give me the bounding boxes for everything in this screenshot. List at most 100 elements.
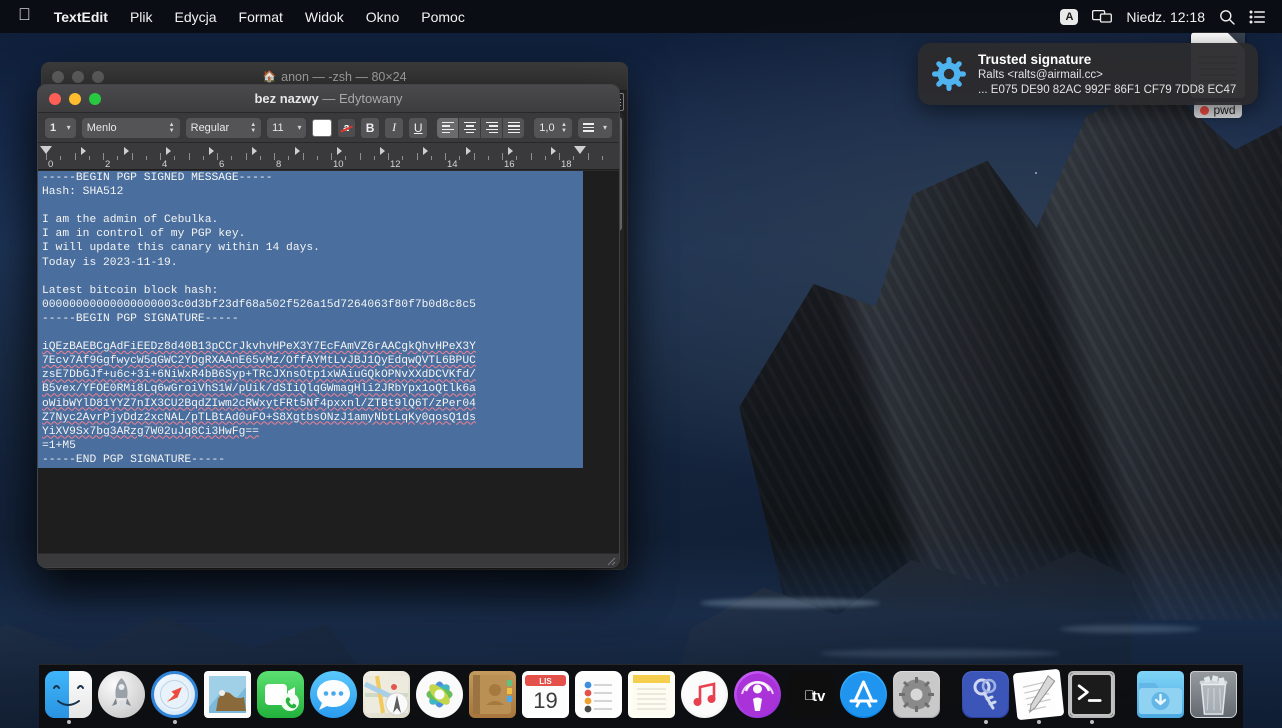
dock-item-terminal[interactable] <box>1068 668 1115 726</box>
notification-sender: Ralts <ralts@airmail.cc> <box>978 68 1236 83</box>
ruler-number: 12 <box>390 159 401 170</box>
dock-item-reminders[interactable] <box>575 668 622 726</box>
text-color-icon[interactable]: a <box>338 119 355 137</box>
document-text[interactable]: -----BEGIN PGP SIGNED MESSAGE-----Hash: … <box>42 171 582 467</box>
dock-item-finder[interactable] <box>45 668 92 726</box>
dock-item-contacts[interactable] <box>469 668 516 726</box>
menu-item-widok[interactable]: Widok <box>294 5 355 29</box>
dock-item-maps[interactable] <box>363 668 410 726</box>
ruler-number: 2 <box>105 159 110 170</box>
dock-item-music[interactable] <box>681 668 728 726</box>
dock-item-trash[interactable] <box>1190 668 1237 726</box>
dock-item-launchpad[interactable] <box>98 668 145 726</box>
ruler-tick <box>531 153 532 160</box>
dock-item-mail[interactable] <box>204 668 251 726</box>
document-line-misspelled: Z7Nyc2AvrPjyDdz2xcNAL/pTLBtAd0uFO+S8Xgtb… <box>42 412 476 424</box>
dock-item-podcasts[interactable] <box>734 668 781 726</box>
red-tag-dot <box>1200 106 1209 115</box>
document-line: iQEzBAEBCgAdFiEEDz8d40B13pCCrJkvhvHPeX3Y… <box>42 340 582 354</box>
dock-item-downloads[interactable] <box>1137 668 1184 726</box>
font-style-popup[interactable]: Regular ▲▼ <box>186 118 262 138</box>
ruler-tab-stop[interactable] <box>466 147 471 155</box>
font-family-popup[interactable]: Menlo ▲▼ <box>82 118 180 138</box>
document-line <box>42 326 582 340</box>
input-source-icon[interactable]: A <box>1060 9 1078 25</box>
background-color-swatch[interactable] <box>312 119 331 137</box>
textedit-titlebar[interactable]: bez nazwy — Edytowany <box>38 85 619 113</box>
textedit-window[interactable]: bez nazwy — Edytowany 1 ▾ Menlo ▲▼ Regul… <box>37 84 620 568</box>
document-edited-state: — Edytowany <box>322 91 402 106</box>
control-center-icon[interactable] <box>1249 10 1266 24</box>
apple-menu-icon[interactable]:  <box>14 5 43 28</box>
notification-text: Trusted signature Ralts <ralts@airmail.c… <box>978 51 1236 98</box>
italic-button[interactable]: I <box>385 118 403 138</box>
zoom-button[interactable] <box>89 93 101 105</box>
document-line-text: I will update this canary within 14 days… <box>42 242 320 254</box>
textedit-text-area[interactable]: -----BEGIN PGP SIGNED MESSAGE-----Hash: … <box>38 171 619 567</box>
terminal-zoom-button[interactable] <box>92 71 104 83</box>
right-indent-marker[interactable] <box>574 146 586 154</box>
document-line-misspelled: B5vex/YFOE0RMi8Lq6wGroiVhS1W/pUik/dSIiQl… <box>42 383 476 395</box>
list-style-popup[interactable]: ▾ <box>578 118 612 138</box>
ruler-tick <box>459 156 460 160</box>
gear-icon <box>932 57 966 91</box>
dock-item-textedit[interactable] <box>1015 668 1062 726</box>
menu-item-plik[interactable]: Plik <box>119 5 164 29</box>
ruler-tab-stop[interactable] <box>209 147 214 155</box>
minimize-button[interactable] <box>69 93 81 105</box>
align-center-icon[interactable] <box>459 118 480 138</box>
dock-item-facetime[interactable] <box>257 668 304 726</box>
ruler-tab-stop[interactable] <box>81 147 86 155</box>
dock-item-messages[interactable] <box>310 668 357 726</box>
notification-banner[interactable]: Trusted signature Ralts <ralts@airmail.c… <box>918 43 1258 105</box>
textedit-ruler[interactable]: 024681012141618 <box>38 143 619 170</box>
dock-item-notes[interactable] <box>628 668 675 726</box>
menu-item-format[interactable]: Format <box>228 5 294 29</box>
dock-item-keychain[interactable] <box>962 668 1009 726</box>
menu-item-edycja[interactable]: Edycja <box>164 5 228 29</box>
align-justify-icon[interactable] <box>503 118 524 138</box>
align-left-icon[interactable] <box>437 118 458 138</box>
font-size-popup[interactable]: 11 ▾ <box>267 118 306 138</box>
align-right-icon[interactable] <box>481 118 502 138</box>
stepper-icon: ▲▼ <box>561 122 567 134</box>
menu-item-pomoc[interactable]: Pomoc <box>410 5 476 29</box>
resize-handle-icon[interactable] <box>606 556 616 566</box>
dock-item-syspref[interactable] <box>893 668 940 726</box>
dock-running-indicator <box>984 720 988 724</box>
terminal-minimize-button[interactable] <box>72 71 84 83</box>
textedit-bottom-bar <box>38 553 619 567</box>
ruler-tab-stop[interactable] <box>166 147 171 155</box>
ruler-tab-stop[interactable] <box>337 147 342 155</box>
line-spacing-popup[interactable]: 1,0 ▲▼ <box>534 118 572 138</box>
ruler-tab-stop[interactable] <box>508 147 513 155</box>
paragraph-style-label: 1 <box>50 122 56 134</box>
ruler-tab-stop[interactable] <box>551 147 556 155</box>
ruler-tab-stop[interactable] <box>423 147 428 155</box>
ruler-tick <box>488 156 489 160</box>
paragraph-style-popup[interactable]: 1 ▾ <box>45 118 76 138</box>
ruler-tick <box>274 153 275 160</box>
dock-running-indicator <box>173 720 177 724</box>
dock-item-tv[interactable]:  tv <box>787 668 834 726</box>
ruler-tab-stop[interactable] <box>380 147 385 155</box>
bold-button[interactable]: B <box>361 118 379 138</box>
menu-item-okno[interactable]: Okno <box>355 5 410 29</box>
screen-mirroring-icon[interactable] <box>1092 9 1112 24</box>
terminal-close-button[interactable] <box>52 71 64 83</box>
menu-item-textedit[interactable]: TextEdit <box>43 5 119 29</box>
ruler-tab-stop[interactable] <box>252 147 257 155</box>
textedit-page[interactable]: -----BEGIN PGP SIGNED MESSAGE-----Hash: … <box>38 171 619 553</box>
document-name: bez nazwy <box>254 91 318 106</box>
dock-item-calendar[interactable]: LIS 19 <box>522 668 569 726</box>
close-button[interactable] <box>49 93 61 105</box>
dock-item-photos[interactable] <box>416 668 463 726</box>
menu-bar-clock[interactable]: Niedz. 12:18 <box>1126 9 1205 25</box>
font-style-label: Regular <box>191 122 230 134</box>
underline-button[interactable]: U <box>409 118 427 138</box>
dock-item-appstore[interactable] <box>840 668 887 726</box>
ruler-tab-stop[interactable] <box>124 147 129 155</box>
ruler-tab-stop[interactable] <box>295 147 300 155</box>
search-icon[interactable] <box>1219 9 1235 25</box>
dock-item-safari[interactable] <box>151 668 198 726</box>
